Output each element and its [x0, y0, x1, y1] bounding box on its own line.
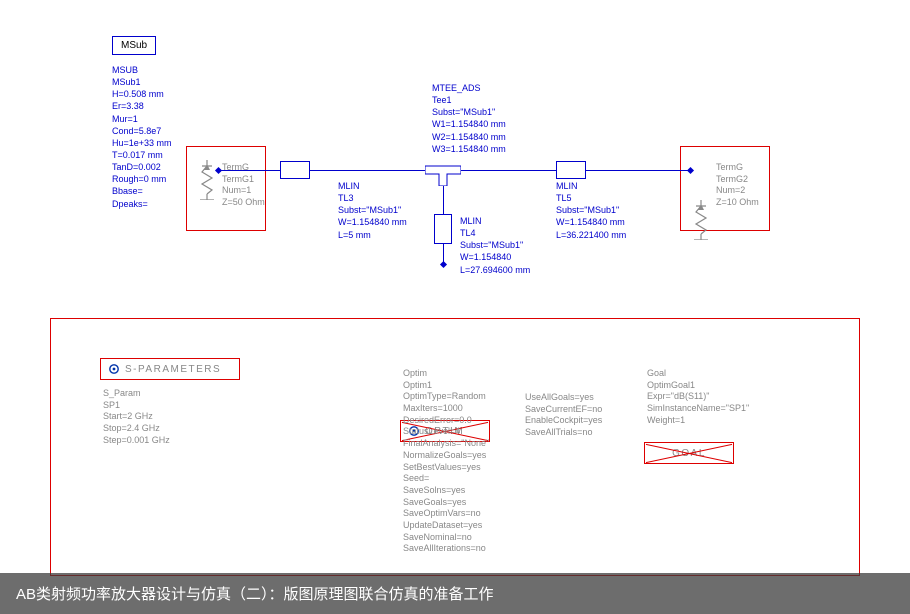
mlin-tl3-symbol[interactable]: [280, 161, 310, 179]
goal-label: GOAL: [672, 448, 706, 459]
optim-params-col1: OptimOptim1OptimType=Random MaxIters=100…: [403, 368, 489, 555]
sparam-params: S_ParamSP1Start=2 GHz Stop=2.4 GHzStep=0…: [103, 388, 170, 446]
termg2-params: TermGTermG2Num=2Z=10 Ohm: [716, 162, 759, 209]
goal-controller[interactable]: GOAL: [644, 442, 734, 464]
caption-text: AB类射频功率放大器设计与仿真（二）：版图原理图联合仿真的准备工作: [16, 586, 494, 603]
mtee-symbol[interactable]: [425, 158, 461, 186]
gear-icon: [107, 362, 121, 376]
sparam-label: S-PARAMETERS: [125, 364, 221, 375]
msub-label: MSub: [121, 40, 147, 51]
caption-bar: AB类射频功率放大器设计与仿真（二）：版图原理图联合仿真的准备工作: [0, 573, 910, 614]
msub-params: MSUBMSub1H=0.508 mm Er=3.38Mur=1Cond=5.8…: [112, 64, 172, 210]
termg1-symbol[interactable]: [196, 160, 218, 200]
sparam-controller[interactable]: S-PARAMETERS: [100, 358, 240, 380]
msub-box[interactable]: MSub: [112, 36, 156, 55]
optim-params-col2: UseAllGoals=yesSaveCurrentEF=noEnableCoc…: [525, 392, 602, 439]
mlin-tl3-params: MLINTL3Subst="MSub1" W=1.154840 mmL=5 mm: [338, 180, 407, 241]
goal-params: GoalOptimGoal1Expr="dB(S11)" SimInstance…: [647, 368, 749, 426]
mtee-params: MTEE_ADSTee1Subst="MSub1" W1=1.154840 mm…: [432, 82, 506, 155]
termg1-params: TermGTermG1Num=1Z=50 Ohm: [222, 162, 265, 209]
mlin-tl4-params: MLINTL4Subst="MSub1" W=1.154840L=27.6946…: [460, 215, 530, 276]
mlin-tl5-params: MLINTL5Subst="MSub1" W=1.154840 mmL=36.2…: [556, 180, 626, 241]
termg2-symbol[interactable]: [690, 200, 712, 240]
mlin-tl5-symbol[interactable]: [556, 161, 586, 179]
mlin-tl4-symbol[interactable]: [434, 214, 452, 244]
